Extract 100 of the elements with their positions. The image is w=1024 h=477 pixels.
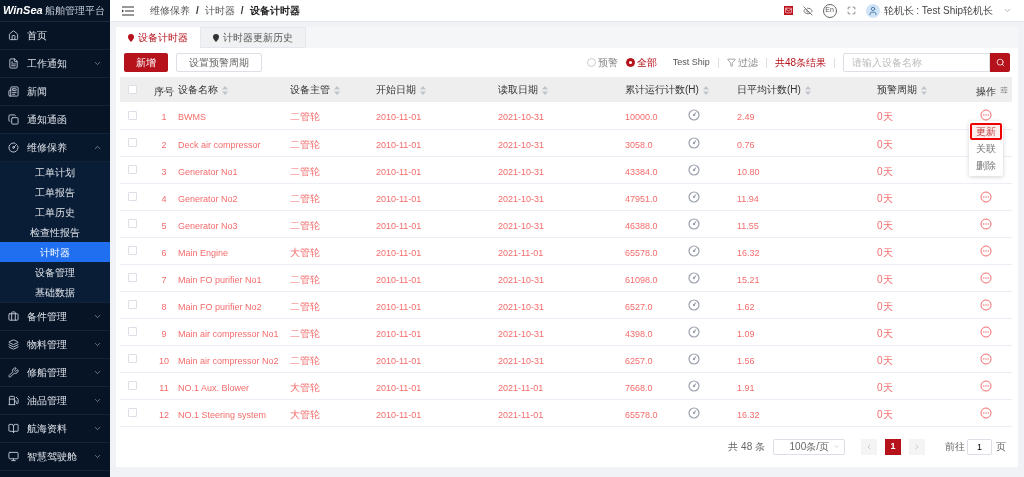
sidebar-subitem[interactable]: 基础数据 bbox=[0, 282, 110, 302]
table-cell: 2021-11-01 bbox=[498, 247, 544, 258]
sort-icon[interactable] bbox=[334, 85, 340, 95]
gauge-icon[interactable] bbox=[688, 136, 700, 149]
sort-icon[interactable] bbox=[222, 85, 228, 95]
warning-period-button[interactable]: 设置预警周期 bbox=[176, 53, 262, 72]
sidebar-subitem[interactable]: 检查性报告 bbox=[0, 222, 110, 242]
more-icon[interactable] bbox=[980, 244, 992, 257]
gauge-icon[interactable] bbox=[688, 244, 700, 257]
menu-item[interactable]: 关联 bbox=[970, 140, 1002, 157]
avatar[interactable] bbox=[865, 3, 880, 18]
fullscreen-icon[interactable] bbox=[846, 6, 856, 15]
goto-page-field[interactable]: 1 bbox=[967, 438, 992, 455]
column-header: 操作 bbox=[976, 85, 996, 97]
menu-icon[interactable] bbox=[122, 5, 134, 16]
sort-icon[interactable] bbox=[921, 85, 927, 95]
next-page-button[interactable] bbox=[909, 438, 925, 455]
mail-icon[interactable] bbox=[783, 6, 793, 15]
more-icon[interactable] bbox=[980, 325, 992, 338]
search-icon bbox=[995, 58, 1005, 67]
fuel-icon bbox=[8, 395, 19, 406]
column-header[interactable]: 预警周期 bbox=[877, 84, 917, 95]
gauge-icon[interactable] bbox=[688, 325, 700, 338]
more-icon[interactable] bbox=[980, 271, 992, 284]
table-cell: 1.62 bbox=[737, 301, 755, 312]
gauge-icon[interactable] bbox=[688, 298, 700, 311]
sort-icon[interactable] bbox=[420, 85, 426, 95]
breadcrumb-item[interactable]: 维修保养 bbox=[150, 3, 190, 18]
row-checkbox[interactable] bbox=[128, 354, 137, 363]
chevron-down-icon bbox=[93, 396, 102, 405]
chevron-down-icon[interactable] bbox=[1003, 6, 1012, 15]
more-icon[interactable] bbox=[980, 217, 992, 230]
column-header[interactable]: 设备主管 bbox=[290, 84, 330, 95]
column-header[interactable]: 设备名称 bbox=[178, 84, 218, 95]
row-checkbox[interactable] bbox=[128, 381, 137, 390]
page-button[interactable]: 1 bbox=[885, 438, 901, 455]
column-settings-icon[interactable] bbox=[1000, 85, 1008, 94]
radio-circle[interactable] bbox=[625, 58, 635, 67]
table-cell: 11.94 bbox=[737, 193, 759, 204]
row-checkbox[interactable] bbox=[128, 138, 137, 147]
sidebar-subitem[interactable]: 工单计划 bbox=[0, 162, 110, 182]
gauge-icon[interactable] bbox=[688, 379, 700, 392]
eye-off-icon[interactable] bbox=[802, 5, 813, 16]
sidebar-subitem[interactable]: 工单历史 bbox=[0, 202, 110, 222]
table-cell: 9 bbox=[161, 328, 167, 339]
table-cell: 3058.0 bbox=[625, 139, 653, 150]
row-checkbox[interactable] bbox=[128, 165, 137, 174]
row-checkbox[interactable] bbox=[128, 219, 137, 228]
gauge-icon[interactable] bbox=[688, 109, 700, 122]
column-header[interactable]: 读取日期 bbox=[498, 84, 538, 95]
chevron-up-icon bbox=[93, 143, 102, 152]
row-checkbox[interactable] bbox=[128, 110, 137, 120]
more-icon[interactable] bbox=[980, 190, 992, 203]
previous-page-button[interactable] bbox=[861, 438, 877, 455]
tab[interactable]: 计时器更新历史 bbox=[200, 27, 306, 48]
search-field[interactable]: 请输入设备名称 bbox=[843, 53, 990, 72]
gauge-icon[interactable] bbox=[688, 352, 700, 365]
select-all-checkbox[interactable] bbox=[128, 85, 137, 94]
page-size-select[interactable]: 100条/页 bbox=[773, 438, 845, 455]
row-checkbox[interactable] bbox=[128, 246, 137, 255]
sidebar-subitem[interactable]: 计时器 bbox=[0, 242, 110, 262]
search-button[interactable] bbox=[990, 53, 1010, 72]
more-icon[interactable] bbox=[980, 352, 992, 365]
sidebar-subitem[interactable]: 工单报告 bbox=[0, 182, 110, 202]
row-checkbox[interactable] bbox=[128, 300, 137, 309]
breadcrumb-item[interactable]: 计时器 bbox=[204, 3, 235, 18]
sort-icon[interactable] bbox=[542, 85, 548, 95]
more-icon[interactable] bbox=[980, 406, 992, 419]
row-checkbox[interactable] bbox=[128, 192, 137, 201]
row-checkbox[interactable] bbox=[128, 273, 137, 282]
more-icon[interactable] bbox=[980, 109, 992, 122]
more-icon[interactable] bbox=[980, 298, 992, 311]
column-header[interactable]: 开始日期 bbox=[376, 84, 416, 95]
gauge-icon[interactable] bbox=[688, 190, 700, 203]
gauge-icon[interactable] bbox=[688, 271, 700, 284]
sidebar-item[interactable]: 维修保养 bbox=[0, 134, 110, 162]
more-icon[interactable] bbox=[980, 379, 992, 392]
sort-icon[interactable] bbox=[702, 85, 709, 95]
menu-item[interactable]: 更新 bbox=[970, 123, 1002, 140]
radio-option[interactable]: 全部 bbox=[625, 55, 657, 70]
filter-button[interactable]: 过滤 bbox=[726, 55, 758, 70]
row-checkbox[interactable] bbox=[128, 408, 137, 417]
table-cell: 5 bbox=[161, 220, 167, 231]
column-header[interactable]: 累计运行计数(H) bbox=[625, 84, 699, 95]
add-button[interactable]: 新增 bbox=[124, 53, 168, 72]
table-cell: 二管轮 bbox=[290, 354, 320, 366]
sidebar-subitem[interactable]: 设备管理 bbox=[0, 262, 110, 282]
tab[interactable]: 设备计时器 bbox=[116, 27, 200, 48]
menu-item[interactable]: 删除 bbox=[970, 157, 1002, 174]
gauge-icon[interactable] bbox=[688, 163, 700, 176]
user-name[interactable]: 轮机长 : Test Ship轮机长 bbox=[883, 3, 993, 18]
gauge-icon[interactable] bbox=[688, 217, 700, 230]
table-cell: 2021-10-31 bbox=[498, 139, 545, 150]
radio-option[interactable]: 预警 bbox=[586, 55, 618, 70]
column-header[interactable]: 日平均计数(H) bbox=[737, 84, 801, 95]
layers-icon bbox=[8, 339, 19, 350]
table-cell: 0天 bbox=[877, 111, 893, 123]
sort-icon[interactable] bbox=[804, 85, 811, 95]
row-checkbox[interactable] bbox=[128, 327, 137, 336]
gauge-icon[interactable] bbox=[688, 406, 700, 419]
